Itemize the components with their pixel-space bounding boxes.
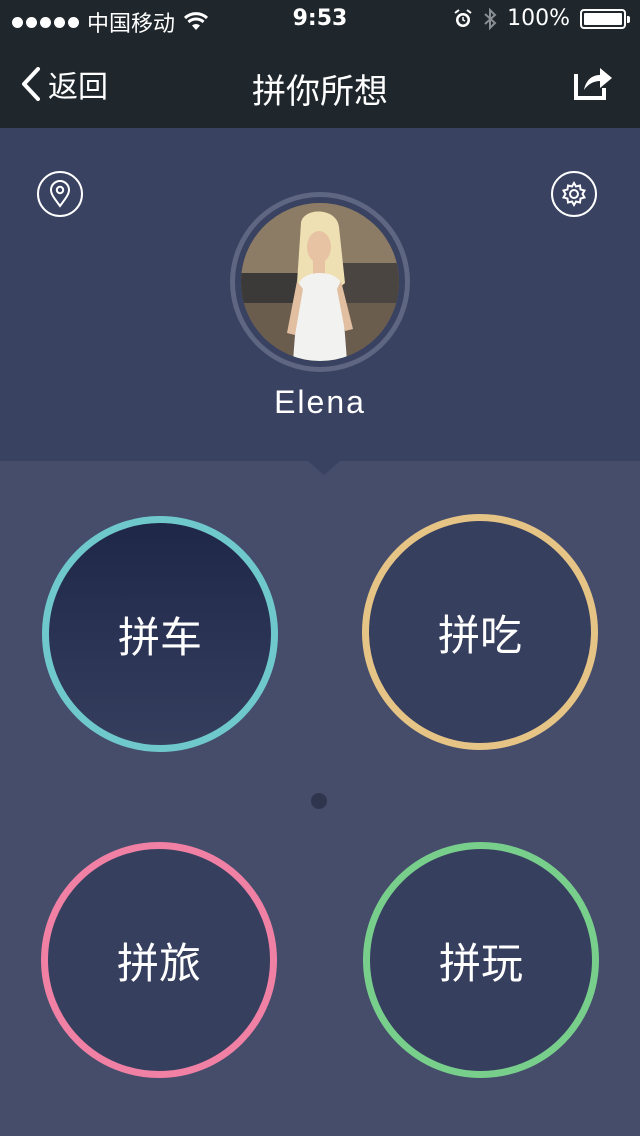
battery-level: [584, 12, 622, 25]
share-icon: [574, 68, 612, 100]
page-indicator-dot: [311, 793, 327, 809]
bluetooth-icon: [484, 7, 497, 30]
location-button[interactable]: [37, 171, 83, 217]
avatar-photo: [241, 203, 399, 361]
alarm-icon: [454, 8, 472, 27]
category-fun-button[interactable]: 拼玩: [363, 842, 599, 1078]
gear-icon: [561, 180, 587, 208]
avatar-ring: [230, 192, 410, 372]
category-label: 拼吃: [437, 610, 522, 660]
category-carpool-button[interactable]: 拼车: [42, 516, 278, 752]
page-title: 拼你所想: [252, 72, 388, 112]
avatar[interactable]: [241, 203, 399, 361]
nav-bar: 返回 拼你所想: [0, 40, 640, 128]
status-bar: 中国移动 9:53 100%: [0, 0, 640, 40]
profile-header: Elena: [0, 128, 640, 461]
share-button[interactable]: [570, 62, 614, 106]
location-pin-icon: [49, 180, 71, 208]
status-right: 100%: [453, 6, 630, 31]
battery-percent: 100%: [507, 6, 570, 31]
category-label: 拼玩: [438, 938, 523, 988]
category-label: 拼旅: [116, 938, 201, 988]
category-travel-button[interactable]: 拼旅: [41, 842, 277, 1078]
category-dining-button[interactable]: 拼吃: [362, 514, 598, 750]
profile-name: Elena: [274, 384, 366, 420]
battery-icon: [580, 8, 630, 29]
category-label: 拼车: [117, 612, 202, 662]
profile-pointer: [308, 461, 340, 475]
settings-button[interactable]: [551, 171, 597, 217]
